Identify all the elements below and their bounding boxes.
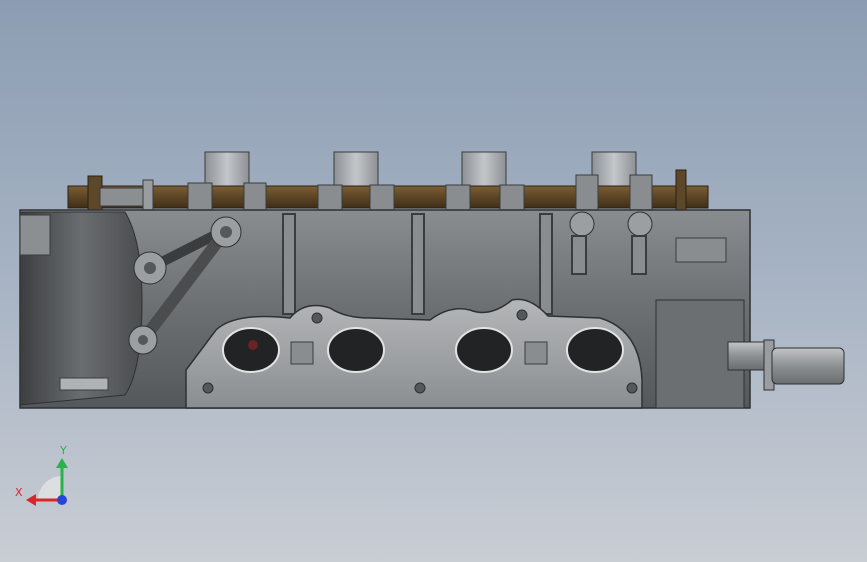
- x-axis-label: X: [15, 486, 23, 499]
- triad-plane: [38, 476, 62, 500]
- cad-graphics-viewport[interactable]: Y X: [0, 0, 867, 562]
- cover-rib: [19, 214, 51, 256]
- z-axis-dot: [57, 495, 67, 505]
- orientation-triad: Y X: [15, 444, 68, 506]
- cover-foot: [59, 377, 109, 391]
- y-axis-label: Y: [59, 444, 67, 457]
- x-arrowhead: [26, 494, 36, 506]
- housing-rib: [675, 237, 727, 263]
- y-arrowhead: [56, 458, 68, 468]
- cylinder-head-model[interactable]: [19, 151, 845, 409]
